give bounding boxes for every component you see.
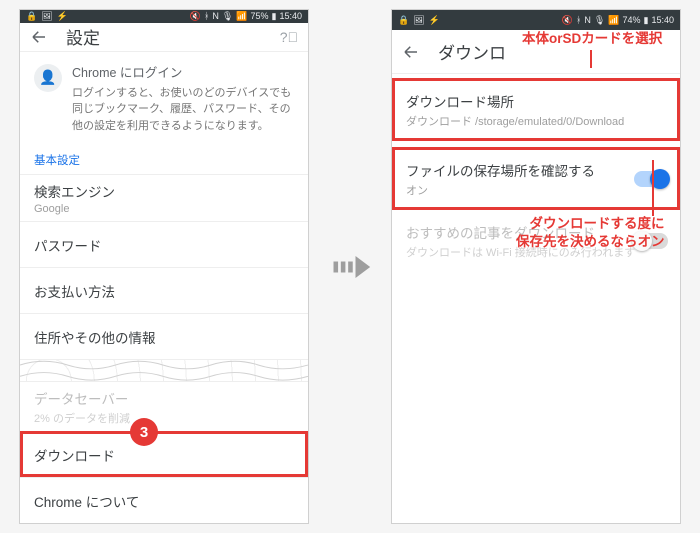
bt-icon: ᚼ xyxy=(576,15,581,25)
row-sub: Google xyxy=(34,203,69,215)
signin-title: Chrome にログイン xyxy=(72,64,294,83)
row-label: ファイルの保存場所を確認する xyxy=(406,160,595,180)
row-label: お支払い方法 xyxy=(34,281,115,301)
bolt-icon: ⚡ xyxy=(57,11,68,22)
help-icon[interactable]: ?⃝ xyxy=(280,29,298,45)
signal-icon: 📶 xyxy=(608,15,619,26)
row-download-location[interactable]: ダウンロード場所 ダウンロード /storage/emulated/0/Down… xyxy=(392,78,680,141)
annotation-mid: ダウンロードする度に 保存先を決めるならオン xyxy=(516,215,665,251)
left-screenshot: 🔒 🖼 ⚡ 🔇 ᚼ N 🎙 📶 75% ▮ 15:40 設定 ?⃝ 👤 Chro… xyxy=(19,9,309,524)
battery-text: 74% xyxy=(623,15,641,25)
annotation-top: 本体orSDカードを選択 xyxy=(522,30,662,48)
clock-text: 15:40 xyxy=(279,11,302,21)
row-sub: 2% のデータを削減 xyxy=(34,410,130,426)
lock-icon: 🔒 xyxy=(398,15,409,26)
annotation-mid-line xyxy=(652,160,654,216)
content-gap xyxy=(20,359,308,381)
row-sub: ダウンロード /storage/emulated/0/Download xyxy=(406,113,624,129)
nfc-icon: N xyxy=(584,15,591,25)
row-label: データセーバー xyxy=(34,388,128,408)
voice-icon: 🎙 xyxy=(594,15,605,26)
row-label: パスワード xyxy=(34,235,102,255)
row-label: ダウンロード xyxy=(34,445,115,465)
clock-text: 15:40 xyxy=(651,15,674,25)
battery-icon: ▮ xyxy=(272,11,277,22)
signin-row[interactable]: 👤 Chrome にログイン ログインすると、お使いのどのデバイスでも同じブック… xyxy=(20,52,308,142)
row-confirm-location[interactable]: ファイルの保存場所を確認する オン xyxy=(392,147,680,210)
row-about[interactable]: Chrome について xyxy=(20,477,308,523)
signin-desc: ログインすると、お使いのどのデバイスでも同じブックマーク、履歴、パスワード、その… xyxy=(72,87,291,132)
voice-icon: 🎙 xyxy=(222,11,233,22)
row-datasaver[interactable]: データセーバー 2% のデータを削減 xyxy=(20,381,308,431)
row-payments[interactable]: お支払い方法 xyxy=(20,267,308,313)
battery-icon: ▮ xyxy=(644,15,649,26)
row-sub: オン xyxy=(406,182,428,198)
back-icon[interactable] xyxy=(30,28,48,46)
bt-icon: ᚼ xyxy=(204,11,209,21)
row-label: ダウンロード場所 xyxy=(406,91,514,111)
sound-icon: 🔇 xyxy=(562,15,573,26)
annotation-top-line xyxy=(590,50,592,68)
back-icon[interactable] xyxy=(402,43,420,61)
nfc-icon: N xyxy=(212,11,219,21)
status-bar: 🔒 🖼 ⚡ 🔇 ᚼ N 🎙 📶 74% ▮ 15:40 xyxy=(392,10,680,30)
row-download[interactable]: ダウンロード 3 xyxy=(20,431,308,477)
row-addresses[interactable]: 住所やその他の情報 xyxy=(20,313,308,359)
row-label: Chrome について xyxy=(34,491,139,511)
sound-icon: 🔇 xyxy=(190,11,201,22)
row-passwords[interactable]: パスワード xyxy=(20,221,308,267)
step-badge-3: 3 xyxy=(130,418,158,446)
transition-arrow-icon xyxy=(327,244,373,290)
toggle-on-icon[interactable] xyxy=(634,171,668,187)
right-screenshot: 🔒 🖼 ⚡ 🔇 ᚼ N 🎙 📶 74% ▮ 15:40 ダウンロ ダウンロード場… xyxy=(391,9,681,524)
row-search-engine[interactable]: 検索エンジン Google xyxy=(20,174,308,221)
image-icon: 🖼 xyxy=(41,11,52,22)
annotation-mid-line1: ダウンロードする度に xyxy=(530,216,665,231)
signal-icon: 📶 xyxy=(236,11,247,22)
app-bar: 設定 ?⃝ xyxy=(20,23,308,52)
row-label: 住所やその他の情報 xyxy=(34,327,156,347)
row-label: 検索エンジン xyxy=(34,181,115,201)
lock-icon: 🔒 xyxy=(26,11,37,22)
battery-text: 75% xyxy=(251,11,269,21)
image-icon: 🖼 xyxy=(413,15,424,26)
avatar-icon: 👤 xyxy=(34,64,62,92)
status-bar: 🔒 🖼 ⚡ 🔇 ᚼ N 🎙 📶 75% ▮ 15:40 xyxy=(20,10,308,23)
annotation-mid-line2: 保存先を決めるならオン xyxy=(516,234,665,249)
section-label-basic: 基本設定 xyxy=(20,142,308,174)
bolt-icon: ⚡ xyxy=(429,15,440,26)
page-title: 設定 xyxy=(66,24,262,49)
